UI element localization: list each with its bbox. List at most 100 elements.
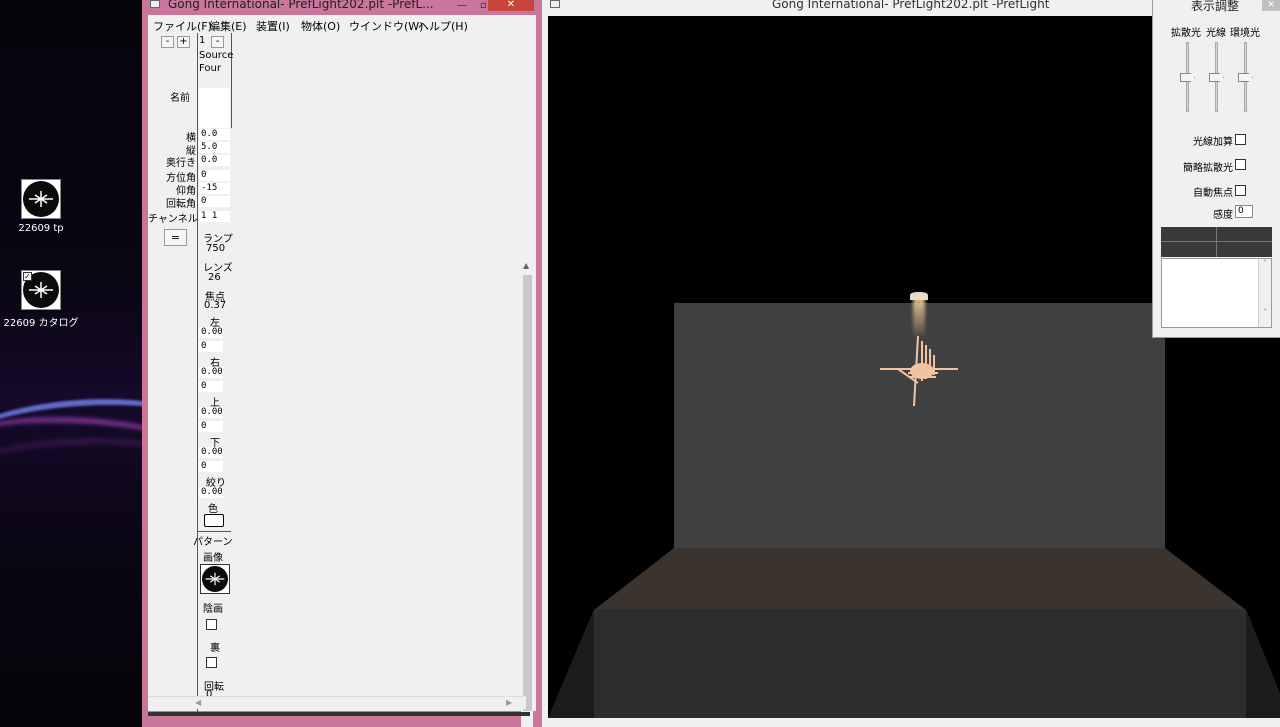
desktop-icon-label: 22609 カタログ [3,318,79,329]
panel-close-button[interactable]: ✕ [1262,0,1280,11]
fixture-type-line1: Source [199,50,234,61]
bottom-shutter-angle[interactable]: 0 [199,461,223,472]
increment-button[interactable]: + [177,36,190,48]
ray-add-checkbox[interactable] [1235,134,1246,145]
rotation-label: 回転角 [166,199,196,210]
negative-checkbox[interactable] [206,619,217,630]
left-shutter-amount[interactable]: 0.00 [199,327,223,338]
minimize-icon[interactable]: — [457,0,467,11]
close-button[interactable]: ✕ [488,0,534,11]
bottom-shutter-amount[interactable]: 0.00 [199,447,223,458]
listbox-scrollbar[interactable]: ˄ ˅ [1258,259,1271,327]
ray-add-label: 光線加算 [1193,137,1233,148]
scroll-right-icon[interactable]: ▶ [506,698,512,707]
display-adjust-panel: 表示調整 ✕ 拡散光 光線 環境光 光線加算 簡略拡散光 自動焦点 感度 0 ˄… [1152,0,1280,338]
image-label: 画像 [203,553,223,564]
reverse-label: 裏 [210,643,220,654]
fixture-number: 1 [199,35,206,46]
stage-floor [594,548,1246,610]
focus-value[interactable]: 0.37 [204,300,226,311]
desktop-icon-catalog[interactable]: ✓ 22609 カタログ [0,270,86,329]
scroll-left-icon[interactable]: ◀ [195,698,201,707]
diffuse-slider-label: 拡散光 [1171,28,1201,39]
sensitivity-field[interactable]: 0 [1235,205,1253,218]
azimuth-field[interactable]: 0 [199,170,230,181]
grid-line [1216,227,1217,257]
panel-title: 表示調整 [1191,0,1240,13]
window-title: Gong International- PrefLight202.plt -Pr… [772,0,1050,11]
menu-bar: ファイル(F) 編集(E) 装置(I) 物体(O) ウインドウ(W) ヘルプ(H… [148,15,536,33]
top-shutter-angle[interactable]: 0 [199,421,223,432]
app-icon [550,0,560,8]
desktop-icon-tp[interactable]: 22609 tp [0,179,86,234]
channel-field[interactable]: 1 1 [199,211,230,222]
gobo-image-icon [21,179,61,219]
horizontal-scrollbar[interactable]: ◀ ▶ [148,696,526,709]
right-shutter-amount[interactable]: 0.00 [199,367,223,378]
scroll-up-icon[interactable]: ˄ [1259,259,1271,268]
ray-slider-thumb[interactable] [1209,73,1224,82]
auto-focus-label: 自動焦点 [1193,188,1233,199]
number-decrement-button[interactable]: - [211,36,224,48]
scroll-up-icon[interactable]: ▲ [523,261,529,270]
iris-field[interactable]: 0.00 [199,487,223,498]
column-divider [197,33,198,713]
depth-field[interactable]: 0.0 [199,155,230,166]
ray-slider-label: 光線 [1206,28,1226,39]
depth-label: 奥行き [166,158,196,169]
info-listbox[interactable]: ˄ ˅ [1161,258,1272,328]
menu-help[interactable]: ヘルプ(H) [418,18,468,34]
x-field[interactable]: 0.0 [199,129,230,140]
separator [197,531,231,532]
right-shutter-angle[interactable]: 0 [199,381,223,392]
menu-object[interactable]: 物体(O) [301,18,340,34]
channel-label: チャンネル [148,214,198,225]
wallpaper-wave [0,435,142,505]
equals-button[interactable]: = [164,229,187,246]
window-bottom-edge [148,712,530,716]
desktop-icon-label: 22609 tp [18,223,64,234]
auto-focus-checkbox[interactable] [1235,185,1246,196]
negative-label: 陰画 [203,604,223,615]
vertical-scrollbar[interactable]: ▲ ▼ [521,261,533,727]
property-panel: - + 1 - Source Four 名前 横 0.0 縦 5.0 奥行き 0… [148,33,536,727]
color-label: 色 [208,504,218,515]
diffuse-slider-thumb[interactable] [1180,73,1195,82]
title-bar[interactable]: Gong International- PrefLight202.plt -Pr… [142,0,542,13]
decrement-button[interactable]: - [161,36,174,48]
simple-diffuse-label: 簡略拡散光 [1183,163,1233,174]
name-label: 名前 [170,93,190,104]
stage-front [594,609,1246,718]
elevation-field[interactable]: -15 [199,183,230,194]
gobo-pattern-thumbnail[interactable] [200,564,230,594]
name-field[interactable] [199,88,230,128]
column-divider [231,33,232,128]
menu-window[interactable]: ウインドウ(W) [349,18,423,34]
top-shutter-amount[interactable]: 0.00 [199,407,223,418]
properties-window: Gong International- PrefLight202.plt -Pr… [142,0,542,727]
ambient-slider-thumb[interactable] [1238,73,1253,82]
lamp-value[interactable]: 750 [206,243,225,254]
color-grid-display [1161,227,1272,257]
app-icon [150,0,160,8]
pattern-label: パターン [193,537,233,548]
menu-file[interactable]: ファイル(F) [153,18,212,34]
desktop-background: 22609 tp ✓ 22609 カタログ [0,0,142,727]
left-shutter-angle[interactable]: 0 [199,341,223,352]
gobo-image-icon: ✓ [21,270,61,310]
scroll-down-icon[interactable]: ˅ [1259,308,1271,317]
sensitivity-label: 感度 [1213,210,1233,221]
maximize-icon[interactable]: ▫ [480,0,487,11]
y-field[interactable]: 5.0 [199,142,230,153]
scroll-thumb[interactable] [523,275,532,711]
fixture-type-line2: Four [199,63,221,74]
rotation-field[interactable]: 0 [199,196,230,207]
simple-diffuse-checkbox[interactable] [1235,159,1246,170]
color-swatch[interactable] [204,514,224,527]
menu-device[interactable]: 装置(I) [256,18,290,34]
lens-value[interactable]: 26 [208,272,221,283]
light-beam [913,296,925,336]
reverse-checkbox[interactable] [206,657,217,668]
menu-edit[interactable]: 編集(E) [209,18,247,34]
window-title: Gong International- PrefLight202.plt -Pr… [168,0,434,11]
